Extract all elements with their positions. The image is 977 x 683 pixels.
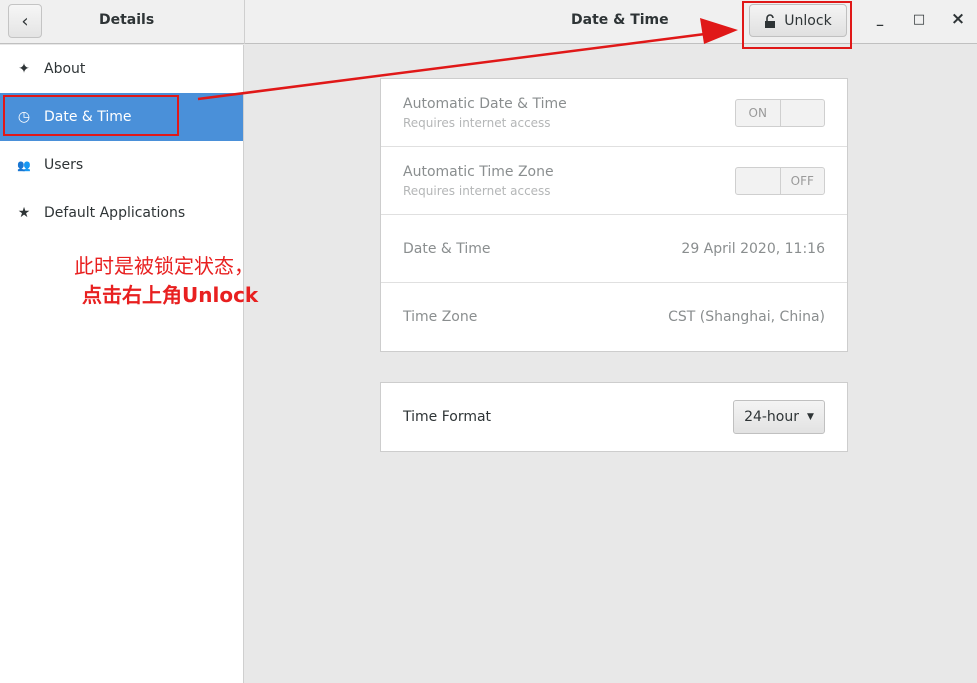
annotation-note: 此时是被锁定状态， 点击右上角Unlock bbox=[74, 252, 258, 310]
annotation-arrow bbox=[197, 18, 738, 101]
annotation-line-1: 此时是被锁定状态， bbox=[74, 254, 254, 278]
annotation-line-2: 点击右上角Unlock bbox=[82, 283, 259, 307]
